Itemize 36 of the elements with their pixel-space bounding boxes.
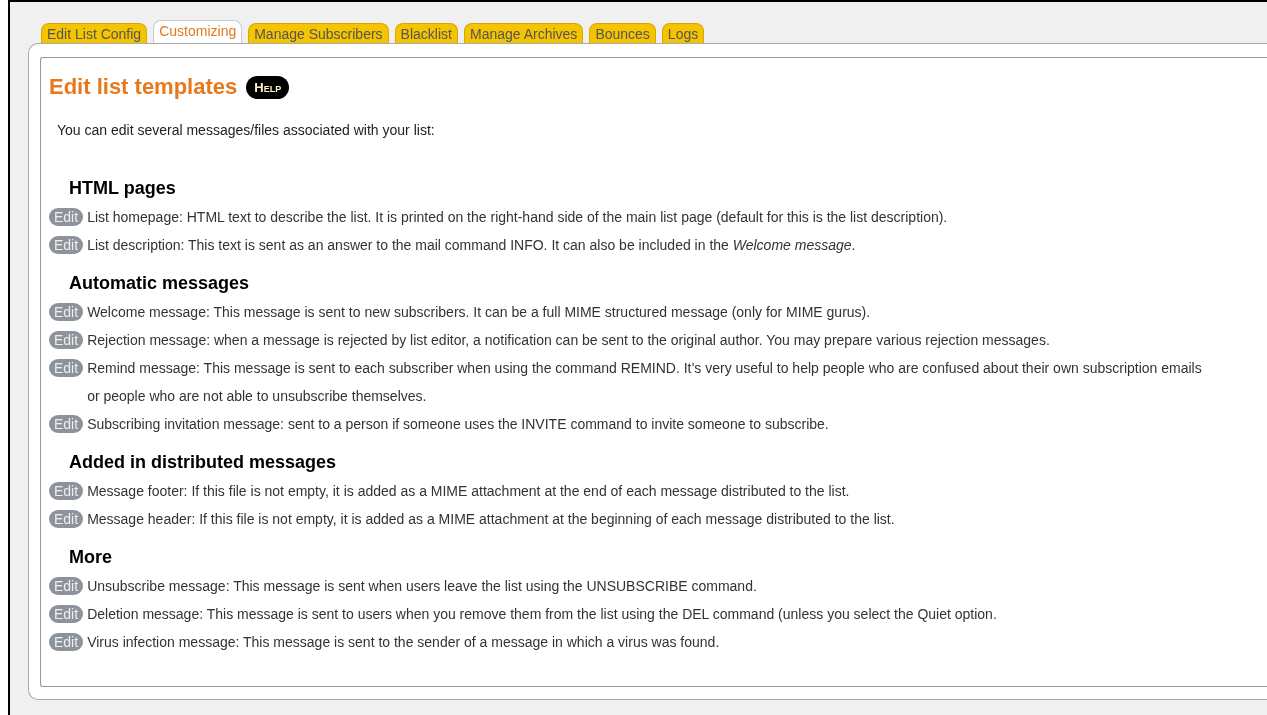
edit-button[interactable]: Edit xyxy=(49,303,84,321)
template-description: Virus infection message: This message is sent to the sender of a message in which a virus was found. xyxy=(87,633,721,652)
edit-button[interactable]: Edit xyxy=(49,510,84,528)
help-button[interactable]: Help xyxy=(246,75,290,99)
page-title: Edit list templates xyxy=(49,74,238,100)
edit-button[interactable]: Edit xyxy=(49,331,84,349)
edit-button[interactable]: Edit xyxy=(49,633,84,651)
tab[interactable]: Customizing xyxy=(153,20,243,43)
template-description: Message footer: If this file is not empty, it is added as a MIME attachment at the end of each message distributed to the list. xyxy=(87,482,851,501)
template-description: Subscribing invitation message: sent to a person if someone uses the INVITE command to invite someone to subscribe. xyxy=(87,415,830,434)
template-description: Deletion message: This message is sent to users when you remove them from the list using the DEL command (unless you select the Quiet option. xyxy=(87,605,998,624)
edit-button[interactable]: Edit xyxy=(49,236,84,254)
edit-button[interactable]: Edit xyxy=(49,605,84,623)
edit-button[interactable]: Edit xyxy=(49,359,84,377)
tab[interactable]: Bounces xyxy=(589,23,656,43)
template-description: Welcome message: This message is sent to new subscribers. It can be a full MIME structured message (only for MIME gurus). xyxy=(87,303,872,322)
template-description: Message header: If this file is not empty, it is added as a MIME attachment at the beginning of each message distributed to the list. xyxy=(87,510,896,529)
edit-button[interactable]: Edit xyxy=(49,577,84,595)
template-description: Unsubscribe message: This message is sent when users leave the list using the UNSUBSCRIBE command. xyxy=(87,577,758,596)
edit-button[interactable]: Edit xyxy=(49,415,84,433)
tab[interactable]: Blacklist xyxy=(394,23,458,43)
template-description: Remind message: This message is sent to each subscriber when using the command REMIND. It’s very useful to help people who are confused about their own subscription emails or people who are not able to unsubscribe themselves. xyxy=(87,359,1203,406)
tab[interactable]: Edit List Config xyxy=(41,23,148,43)
section-heading: Automatic messages xyxy=(69,273,251,294)
edit-button[interactable]: Edit xyxy=(49,208,84,226)
intro-text: You can edit several messages/files associated with your list: xyxy=(57,122,436,138)
tab[interactable]: Logs xyxy=(661,23,705,43)
template-description: List description: This text is sent as an answer to the mail command INFO. It can also be included in the Welcome message. xyxy=(87,236,857,255)
section-heading: HTML pages xyxy=(69,178,177,199)
template-description: Rejection message: when a message is rejected by list editor, a notification can be sent to the original author. You may prepare various rejection messages. xyxy=(87,331,1051,350)
template-description: List homepage: HTML text to describe the list. It is printed on the right-hand side of the main list page (default for this is the list description). xyxy=(87,208,949,227)
section-heading: Added in distributed messages xyxy=(69,452,338,473)
tab[interactable]: Manage Archives xyxy=(463,23,584,43)
section-heading: More xyxy=(69,547,113,568)
edit-button[interactable]: Edit xyxy=(49,482,84,500)
tab[interactable]: Manage Subscribers xyxy=(248,23,389,43)
